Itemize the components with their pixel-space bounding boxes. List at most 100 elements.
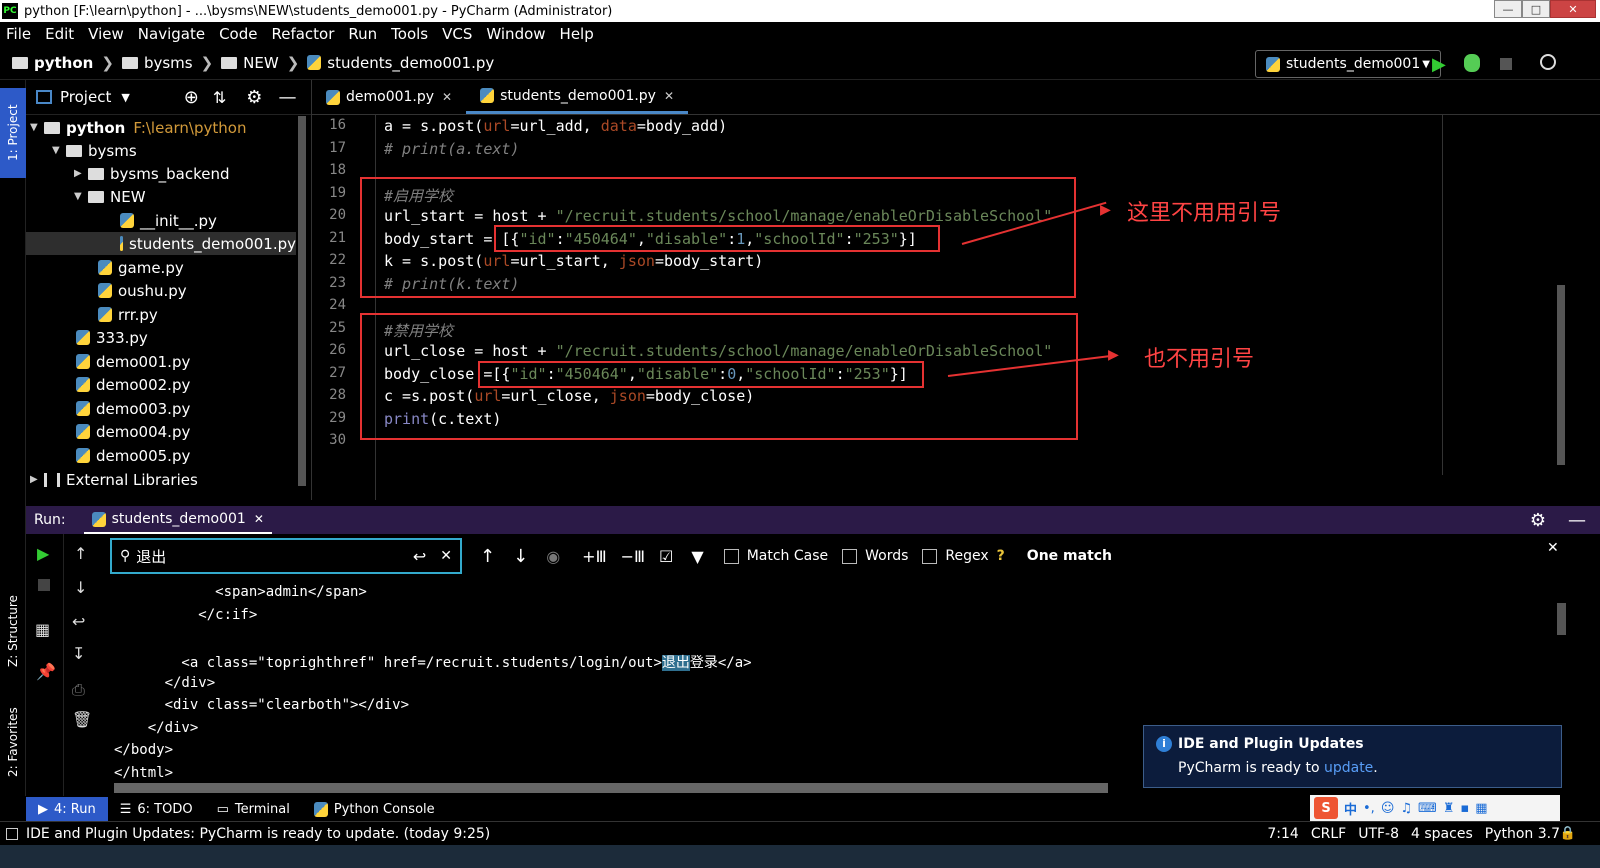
menu-window[interactable]: Window bbox=[486, 25, 545, 43]
scroll-to-end-icon[interactable]: ↧ bbox=[72, 644, 85, 663]
tree-root-python[interactable]: ▼ python F:\learn\python bbox=[30, 116, 246, 139]
toggle-tool-windows-icon[interactable] bbox=[6, 827, 18, 840]
remove-selection-icon[interactable]: −Ⅲ bbox=[621, 547, 645, 566]
tree-item-demo003[interactable]: demo003.py bbox=[76, 397, 190, 420]
ime-mode[interactable]: 中 bbox=[1344, 799, 1357, 818]
run-icon[interactable]: ▶ bbox=[1432, 54, 1446, 75]
debug-bug-icon[interactable] bbox=[1464, 54, 1480, 72]
breadcrumb-file[interactable]: students_demo001.py bbox=[327, 54, 494, 72]
menu-run[interactable]: Run bbox=[348, 25, 377, 43]
regex-help-icon[interactable]: ? bbox=[997, 548, 1005, 564]
breadcrumb-bysms[interactable]: bysms bbox=[144, 54, 193, 72]
tree-item-bysms-backend[interactable]: ▶ bysms_backend bbox=[74, 162, 230, 185]
match-case-checkbox[interactable]: Match Case bbox=[723, 548, 828, 564]
next-occurrence-icon[interactable]: ↓ bbox=[513, 546, 528, 567]
maximize-button[interactable]: □ bbox=[1522, 0, 1550, 18]
arrow-down-icon[interactable]: ↓ bbox=[74, 578, 87, 597]
tab-terminal[interactable]: ▭ Terminal bbox=[205, 797, 302, 821]
find-all-icon[interactable]: ◉ bbox=[546, 547, 560, 566]
update-notification[interactable]: i IDE and Plugin Updates PyCharm is ready… bbox=[1143, 725, 1562, 788]
emoji-icon[interactable]: ☺ bbox=[1381, 801, 1395, 816]
breadcrumb-new[interactable]: NEW bbox=[243, 54, 279, 72]
lock-icon[interactable]: 🔒 bbox=[1560, 826, 1576, 841]
console-vertical-scrollbar[interactable] bbox=[1557, 603, 1566, 635]
close-icon[interactable]: ✕ bbox=[664, 89, 674, 103]
tree-item-external-libraries[interactable]: ▶ External Libraries bbox=[30, 468, 198, 491]
punctuation-icon[interactable]: •, bbox=[1363, 801, 1375, 816]
menu-help[interactable]: Help bbox=[560, 25, 594, 43]
tree-item-game[interactable]: game.py bbox=[98, 256, 184, 279]
menu-edit[interactable]: Edit bbox=[45, 25, 74, 43]
status-message[interactable]: IDE and Plugin Updates: PyCharm is ready… bbox=[26, 826, 490, 842]
gear-icon[interactable]: ⚙ bbox=[1530, 510, 1546, 531]
clear-search-icon[interactable]: ✕ bbox=[440, 548, 452, 564]
tree-item-demo004[interactable]: demo004.py bbox=[76, 420, 190, 443]
tree-item-demo002[interactable]: demo002.py bbox=[76, 373, 190, 396]
close-icon[interactable]: ✕ bbox=[254, 512, 264, 526]
tree-item-333[interactable]: 333.py bbox=[76, 326, 148, 349]
print-icon[interactable]: ⎙ bbox=[72, 680, 85, 700]
keyboard-icon[interactable]: ⌨ bbox=[1418, 801, 1437, 816]
caret-position[interactable]: 7:14 bbox=[1267, 826, 1298, 842]
breadcrumb-python[interactable]: python bbox=[34, 54, 93, 72]
grid-icon[interactable]: ▦ bbox=[1475, 801, 1487, 816]
indent-setting[interactable]: 4 spaces bbox=[1411, 826, 1473, 842]
tree-item-new[interactable]: ▼ NEW bbox=[74, 185, 146, 208]
menu-navigate[interactable]: Navigate bbox=[138, 25, 205, 43]
tab-students-demo001[interactable]: students_demo001.py ✕ bbox=[466, 80, 689, 114]
gear-icon[interactable]: ⚙ bbox=[246, 87, 262, 108]
project-scrollbar[interactable] bbox=[298, 116, 306, 486]
close-search-icon[interactable]: ✕ bbox=[1547, 540, 1559, 556]
editor-scrollbar[interactable] bbox=[1557, 285, 1565, 465]
menu-tools[interactable]: Tools bbox=[391, 25, 428, 43]
tree-item-init[interactable]: __init__.py bbox=[120, 209, 217, 232]
minimize-button[interactable]: — bbox=[1494, 0, 1522, 18]
console-search-field[interactable]: ⚲ 退出 ↩ ✕ bbox=[110, 538, 462, 574]
search-icon[interactable]: ⚲ bbox=[120, 548, 130, 564]
regex-checkbox[interactable]: Regex bbox=[922, 548, 989, 564]
tree-item-rrr[interactable]: rrr.py bbox=[98, 303, 158, 326]
close-button[interactable]: ✕ bbox=[1550, 0, 1596, 18]
stop-icon[interactable] bbox=[38, 579, 50, 591]
close-icon[interactable]: ✕ bbox=[442, 90, 452, 104]
tab-demo001[interactable]: demo001.py ✕ bbox=[312, 80, 466, 114]
caret-down-icon[interactable]: ▼ bbox=[121, 91, 129, 104]
project-tool-tab[interactable]: 1: Project bbox=[0, 88, 26, 178]
rerun-icon[interactable]: ▶ bbox=[37, 544, 49, 563]
shirt-icon[interactable]: ▪ bbox=[1460, 801, 1469, 816]
tree-item-demo001[interactable]: demo001.py bbox=[76, 350, 190, 373]
update-link[interactable]: update bbox=[1324, 760, 1373, 776]
project-panel-title[interactable]: Project bbox=[60, 88, 111, 106]
locate-target-icon[interactable]: ⊕ bbox=[184, 87, 199, 108]
search-input[interactable]: 退出 bbox=[136, 546, 166, 567]
python-interpreter[interactable]: Python 3.7 bbox=[1485, 826, 1560, 842]
trash-icon[interactable]: 🗑 bbox=[72, 710, 92, 729]
run-tab-students-demo001[interactable]: students_demo001 ✕ bbox=[83, 506, 272, 534]
menu-file[interactable]: File bbox=[6, 25, 31, 43]
file-encoding[interactable]: UTF-8 bbox=[1358, 826, 1399, 842]
collapse-all-icon[interactable]: ⇅ bbox=[213, 88, 226, 107]
multiline-icon[interactable]: ↩ bbox=[413, 547, 426, 566]
tree-item-students-demo001[interactable]: students_demo001.py bbox=[26, 232, 296, 255]
tree-item-oushu[interactable]: oushu.py bbox=[98, 279, 187, 302]
skin-icon[interactable]: ♜ bbox=[1443, 801, 1455, 816]
menu-refactor[interactable]: Refactor bbox=[271, 25, 334, 43]
menu-vcs[interactable]: VCS bbox=[442, 25, 472, 43]
menu-code[interactable]: Code bbox=[219, 25, 257, 43]
select-all-occurrences-icon[interactable]: ☑ bbox=[659, 547, 673, 566]
tree-item-bysms[interactable]: ▼ bysms bbox=[52, 139, 137, 162]
pin-icon[interactable]: 📌 bbox=[36, 662, 56, 681]
add-selection-icon[interactable]: +Ⅲ bbox=[582, 547, 606, 566]
tab-run[interactable]: ▶ 4: Run bbox=[26, 797, 108, 821]
filter-icon[interactable]: ▼ bbox=[691, 547, 703, 566]
console-horizontal-scrollbar[interactable] bbox=[114, 783, 1108, 793]
menu-view[interactable]: View bbox=[88, 25, 124, 43]
previous-occurrence-icon[interactable]: ↑ bbox=[480, 546, 495, 567]
tab-todo[interactable]: ☰ 6: TODO bbox=[108, 797, 205, 821]
run-configuration-select[interactable]: students_demo001 ▼ bbox=[1255, 50, 1441, 78]
soft-wrap-icon[interactable]: ↩ bbox=[72, 612, 85, 631]
layout-icon[interactable]: ▦ bbox=[35, 620, 50, 639]
structure-tool-tab[interactable]: Z: Structure bbox=[0, 576, 26, 686]
code-editor[interactable]: 16 17 18 19 20 21 22 23 24 25 26 27 28 2… bbox=[312, 115, 1600, 500]
words-checkbox[interactable]: Words bbox=[842, 548, 908, 564]
